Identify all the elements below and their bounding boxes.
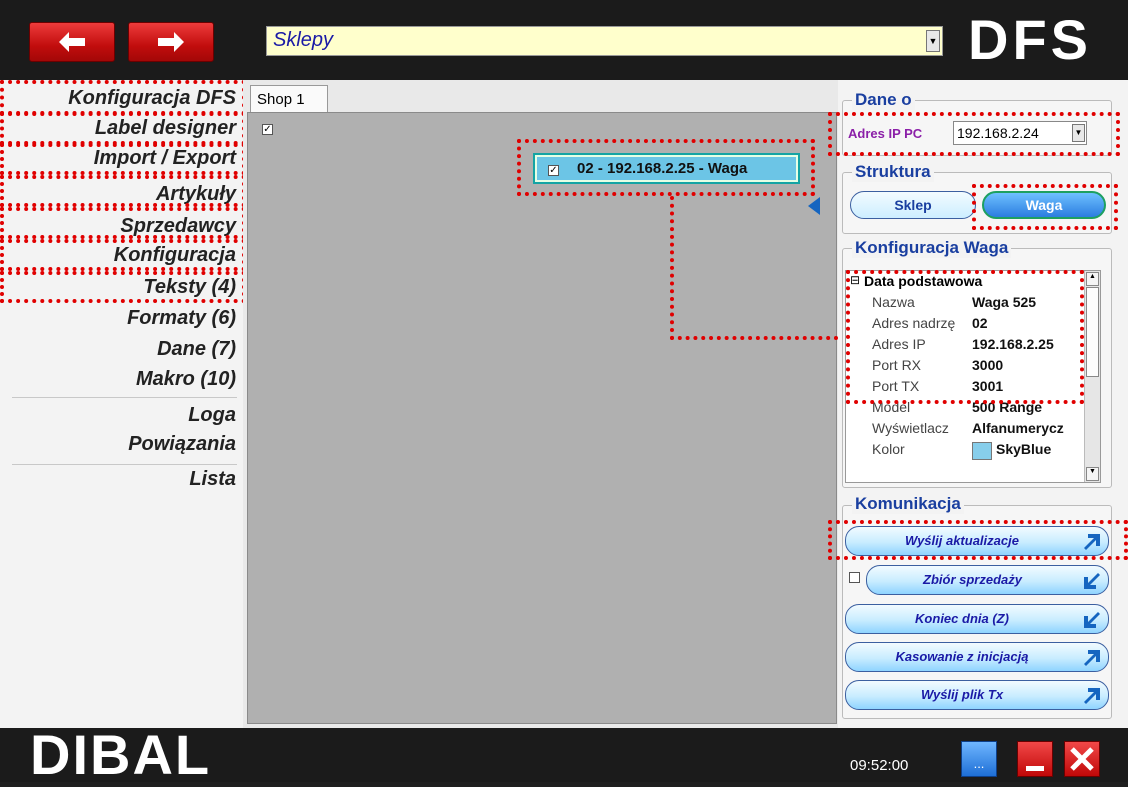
property-row[interactable]: Port TX 3001 (846, 378, 1086, 399)
waga-button[interactable]: Waga (982, 191, 1106, 219)
arrow-down-left-icon (1084, 612, 1100, 628)
ip-pc-label: Adres IP PC (848, 126, 923, 141)
sidebar-item-konfiguracja[interactable]: Konfiguracja (0, 244, 236, 267)
property-value: Alfanumerycz (972, 420, 1064, 436)
sidebar-item-dane[interactable]: Dane (7) (0, 338, 236, 361)
property-key: Adres IP (872, 336, 926, 352)
sidebar-item-powiazania[interactable]: Powiązania (0, 433, 236, 456)
kasowanie-button[interactable]: Kasowanie z inicjacją (845, 642, 1109, 672)
sidebar-item-formaty[interactable]: Formaty (6) (0, 307, 236, 330)
minimize-icon (1026, 766, 1044, 771)
sklep-button[interactable]: Sklep (850, 191, 976, 219)
sidebar-item-makro[interactable]: Makro (10) (0, 368, 236, 391)
minimize-button[interactable] (1017, 741, 1053, 777)
dibal-logo: DIBAL (30, 723, 212, 786)
property-row[interactable]: Wyświetlacz Alfanumerycz (846, 420, 1086, 441)
wyslij-aktualizacje-button[interactable]: Wyślij aktualizacje (845, 526, 1109, 556)
sidebar: Konfiguracja DFS Label designer Import /… (0, 80, 243, 728)
property-key: Kolor (872, 441, 905, 457)
property-category[interactable]: ⊟ Data podstawowa (846, 273, 1086, 294)
button-label: Zbiór sprzedaży (923, 572, 1022, 587)
tab-shop-1[interactable]: Shop 1 (250, 85, 328, 113)
property-key: Nazwa (872, 294, 915, 310)
sidebar-item-import-export[interactable]: Import / Export (0, 147, 236, 170)
wyslij-plik-tx-button[interactable]: Wyślij plik Tx (845, 680, 1109, 710)
property-row[interactable]: Adres nadrzę 02 (846, 315, 1086, 336)
property-key: Adres nadrzę (872, 315, 956, 331)
scroll-up-icon[interactable]: ▲ (1086, 272, 1099, 286)
scroll-down-icon[interactable]: ▼ (1086, 467, 1099, 481)
collapse-minus-icon[interactable]: ⊟ (850, 273, 860, 287)
property-value: Waga 525 (972, 294, 1037, 310)
scale-node[interactable]: ✓ 02 - 192.168.2.25 - Waga (533, 153, 800, 184)
dfs-logo: DFS (968, 8, 1092, 71)
arrow-right-icon (158, 32, 184, 52)
color-swatch (972, 442, 992, 460)
forward-button[interactable] (128, 22, 214, 62)
arrow-up-right-icon (1084, 534, 1100, 550)
sidebar-item-artykuly[interactable]: Artykuły (0, 183, 236, 206)
scroll-thumb[interactable] (1086, 287, 1099, 377)
sidebar-item-konfiguracja-dfs[interactable]: Konfiguracja DFS (0, 87, 236, 110)
sidebar-item-teksty[interactable]: Teksty (4) (0, 276, 236, 299)
close-button[interactable] (1064, 741, 1100, 777)
zbior-sprzedazy-button[interactable]: Zbiór sprzedaży (866, 565, 1109, 595)
chevron-down-icon[interactable]: ▼ (1072, 124, 1085, 142)
sidebar-item-loga[interactable]: Loga (0, 404, 236, 427)
property-row[interactable]: Kolor SkyBlue (846, 441, 1086, 462)
chevron-down-icon[interactable]: ▼ (926, 30, 940, 52)
property-value: 3001 (972, 378, 1004, 394)
section-combobox[interactable]: Sklepy ▼ (266, 26, 943, 56)
konfiguracja-waga-title: Konfiguracja Waga (852, 238, 1012, 258)
property-value: 3000 (972, 357, 1004, 373)
property-value: 500 Range (972, 399, 1043, 415)
koniec-dnia-button[interactable]: Koniec dnia (Z) (845, 604, 1109, 634)
arrow-left-icon (59, 32, 85, 52)
sidebar-item-sprzedawcy[interactable]: Sprzedawcy (0, 215, 236, 238)
arrow-up-right-icon (1084, 688, 1100, 704)
ip-pc-value: 192.168.2.24 (957, 125, 1039, 141)
property-value: SkyBlue (996, 441, 1052, 457)
property-value: 192.168.2.25 (972, 336, 1054, 352)
zbior-sprzedazy-checkbox[interactable] (849, 572, 860, 583)
button-label: Kasowanie z inicjacją (895, 649, 1029, 664)
collapse-arrow-icon[interactable] (808, 197, 820, 215)
section-combobox-value: Sklepy (273, 29, 334, 51)
close-icon (1070, 747, 1094, 771)
dane-title: Dane o (852, 90, 915, 110)
sidebar-divider (12, 397, 237, 398)
back-button[interactable] (29, 22, 115, 62)
arrow-down-left-icon (1084, 573, 1100, 589)
property-grid-scrollbar[interactable]: ▲ ▼ (1084, 271, 1100, 482)
ip-pc-select[interactable]: 192.168.2.24 ▼ (953, 121, 1087, 145)
sidebar-item-lista[interactable]: Lista (0, 468, 236, 491)
property-row[interactable]: Port RX 3000 (846, 357, 1086, 378)
scale-node-checkbox[interactable]: ✓ (548, 165, 559, 176)
button-label: Koniec dnia (Z) (915, 611, 1009, 626)
more-button[interactable]: ... (961, 741, 997, 777)
connector-vertical (670, 196, 674, 340)
button-label: Wyślij plik Tx (920, 687, 1004, 702)
komunikacja-title: Komunikacja (852, 494, 964, 514)
sidebar-item-label-designer[interactable]: Label designer (0, 117, 236, 140)
structure-canvas[interactable] (247, 112, 837, 724)
property-row[interactable]: Adres IP 192.168.2.25 (846, 336, 1086, 357)
property-key: Wyświetlacz (872, 420, 949, 436)
clock: 09:52:00 (850, 757, 909, 774)
category-label: Data podstawowa (864, 273, 983, 289)
property-row[interactable]: Model 500 Range (846, 399, 1086, 420)
connector-horizontal (670, 336, 846, 340)
button-label: Wyślij aktualizacje (905, 533, 1019, 548)
property-value: 02 (972, 315, 988, 331)
struktura-title: Struktura (852, 162, 934, 182)
property-key: Model (872, 399, 911, 415)
property-grid[interactable]: ⊟ Data podstawowa Nazwa Waga 525 Adres na… (845, 270, 1101, 483)
shop-checkbox[interactable]: ✓ (262, 124, 273, 135)
property-row[interactable]: Nazwa Waga 525 (846, 294, 1086, 315)
sidebar-divider (12, 464, 237, 465)
scale-node-label: 02 - 192.168.2.25 - Waga (577, 160, 748, 177)
property-key: Port TX (872, 378, 920, 394)
property-key: Port RX (872, 357, 922, 373)
arrow-up-right-icon (1084, 650, 1100, 666)
